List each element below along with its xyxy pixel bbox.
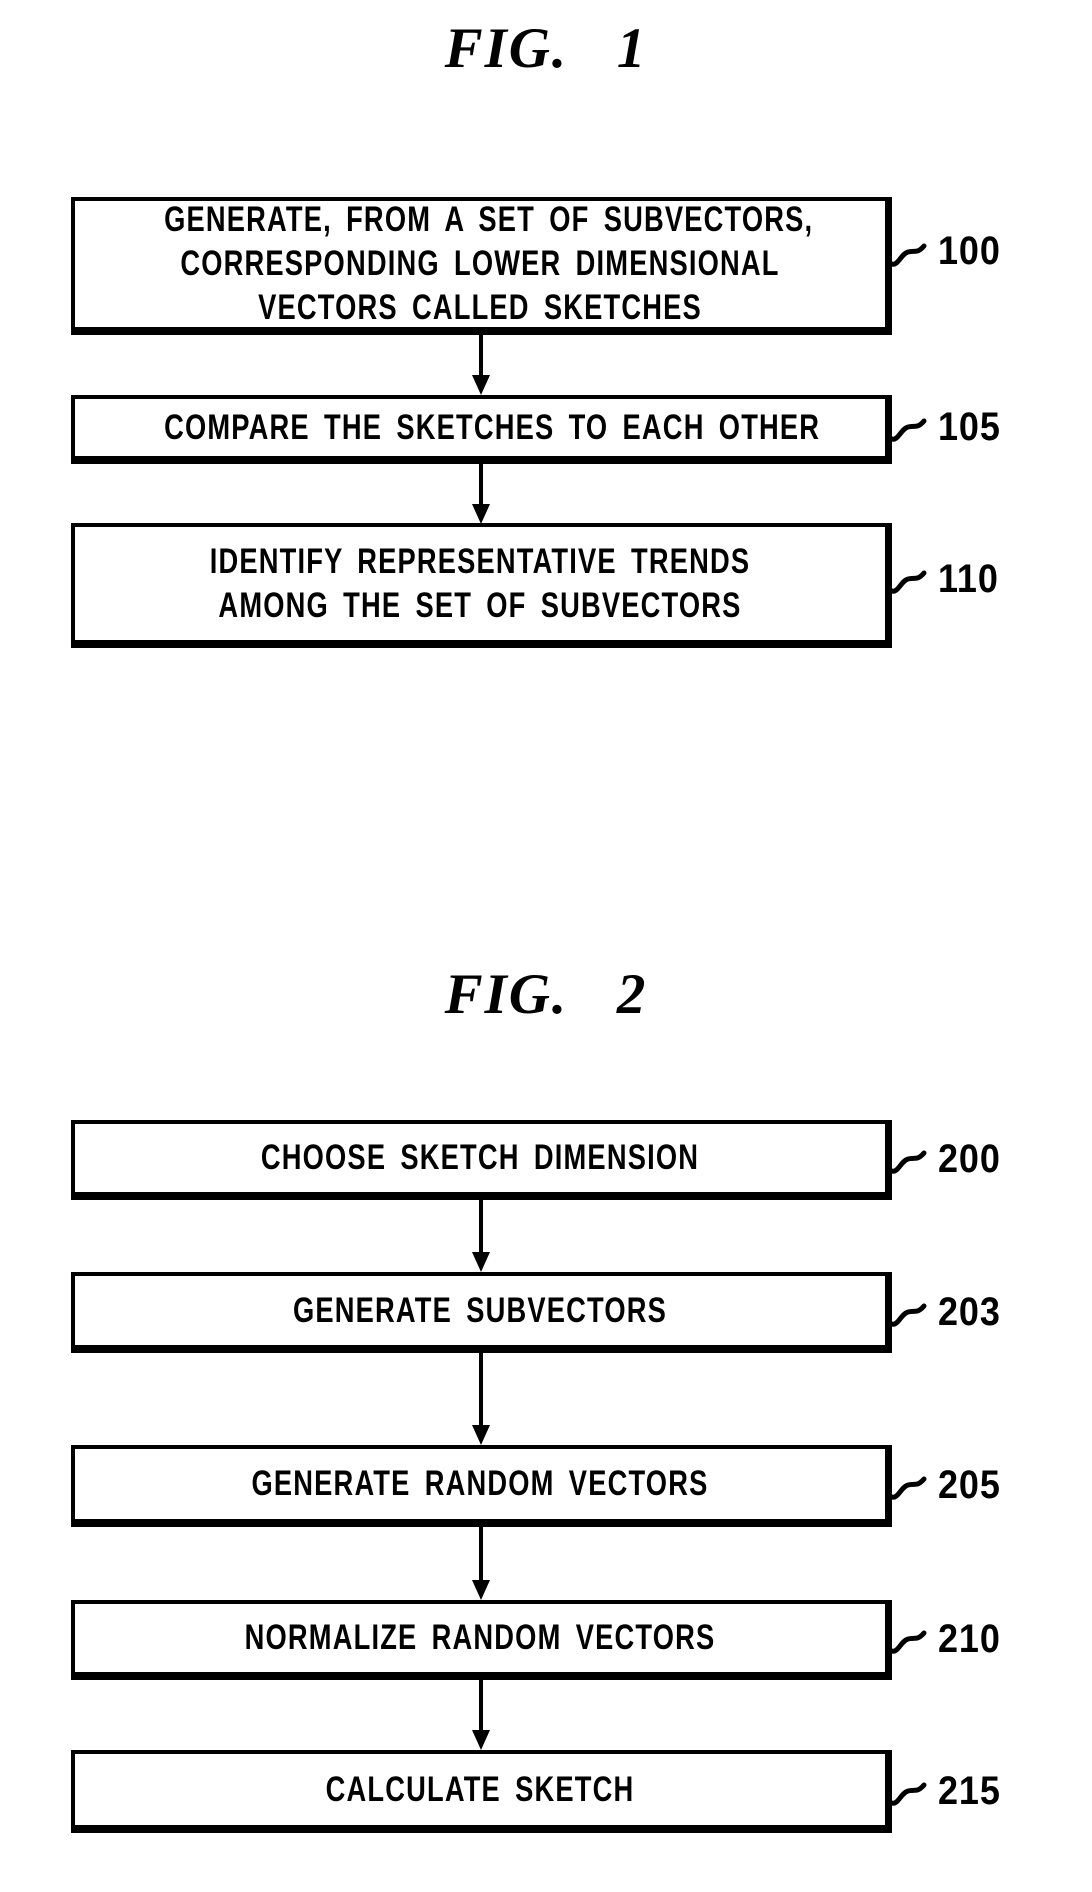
- flow-box-110: IDENTIFY REPRESENTATIVE TRENDS AMONG THE…: [71, 523, 892, 648]
- flow-box-105: COMPARE THE SKETCHES TO EACH OTHER: [71, 395, 892, 464]
- leader-line-100: [889, 238, 930, 267]
- leader-line-203: [889, 1298, 930, 1327]
- reference-numeral-215: 215: [938, 1769, 1001, 1813]
- flow-box-100-line-1: GENERATE, FROM A SET OF SUBVECTORS,: [164, 200, 814, 239]
- flow-box-215-line-1: CALCULATE SKETCH: [325, 1769, 635, 1809]
- figure-2-title: FIG. 2: [444, 963, 648, 1026]
- leader-line-215: [889, 1777, 930, 1806]
- flow-box-100-line-2: CORRESPONDING LOWER DIMENSIONAL: [180, 244, 780, 283]
- reference-numeral-200: 200: [938, 1137, 1001, 1181]
- flow-box-110-line-2: AMONG THE SET OF SUBVECTORS: [218, 585, 742, 625]
- reference-numeral-110: 110: [938, 557, 999, 601]
- leader-line-105: [889, 413, 930, 442]
- leader-line-110: [889, 565, 930, 594]
- flow-box-203-line-1: GENERATE SUBVECTORS: [292, 1290, 668, 1330]
- arrow-203-to-205: [468, 1353, 494, 1445]
- flow-box-110-line-1: IDENTIFY REPRESENTATIVE TRENDS: [209, 541, 751, 581]
- flow-box-203: GENERATE SUBVECTORS: [71, 1272, 892, 1353]
- arrow-210-to-215: [468, 1680, 494, 1750]
- flow-box-205-line-1: GENERATE RANDOM VECTORS: [251, 1464, 709, 1503]
- flow-box-210-line-1: NORMALIZE RANDOM VECTORS: [244, 1618, 716, 1657]
- flow-box-200-line-1: CHOOSE SKETCH DIMENSION: [260, 1138, 700, 1177]
- flow-box-100: GENERATE, FROM A SET OF SUBVECTORS, CORR…: [71, 197, 892, 335]
- leader-line-210: [889, 1625, 930, 1654]
- flow-box-105-line-1: COMPARE THE SKETCHES TO EACH OTHER: [164, 407, 821, 447]
- reference-numeral-210: 210: [938, 1617, 1001, 1661]
- leader-line-200: [889, 1145, 930, 1174]
- reference-numeral-100: 100: [938, 229, 1001, 273]
- reference-numeral-203: 203: [938, 1290, 1001, 1334]
- figure-1-title: FIG. 1: [444, 17, 648, 80]
- flow-box-215: CALCULATE SKETCH: [71, 1750, 892, 1833]
- reference-numeral-205: 205: [938, 1463, 1001, 1507]
- flow-box-200: CHOOSE SKETCH DIMENSION: [71, 1120, 892, 1200]
- flow-box-210: NORMALIZE RANDOM VECTORS: [71, 1600, 892, 1680]
- leader-line-205: [889, 1471, 930, 1500]
- flow-box-205: GENERATE RANDOM VECTORS: [71, 1445, 892, 1527]
- arrow-105-to-110: [468, 464, 494, 524]
- arrow-205-to-210: [468, 1527, 494, 1600]
- flow-box-100-line-3: VECTORS CALLED SKETCHES: [258, 288, 702, 327]
- arrow-100-to-105: [468, 335, 494, 395]
- arrow-200-to-203: [468, 1200, 494, 1272]
- patent-drawing-sheet: FIG. 1 GENERATE, FROM A SET OF SUBVECTOR…: [0, 0, 1092, 1892]
- reference-numeral-105: 105: [938, 405, 1001, 449]
